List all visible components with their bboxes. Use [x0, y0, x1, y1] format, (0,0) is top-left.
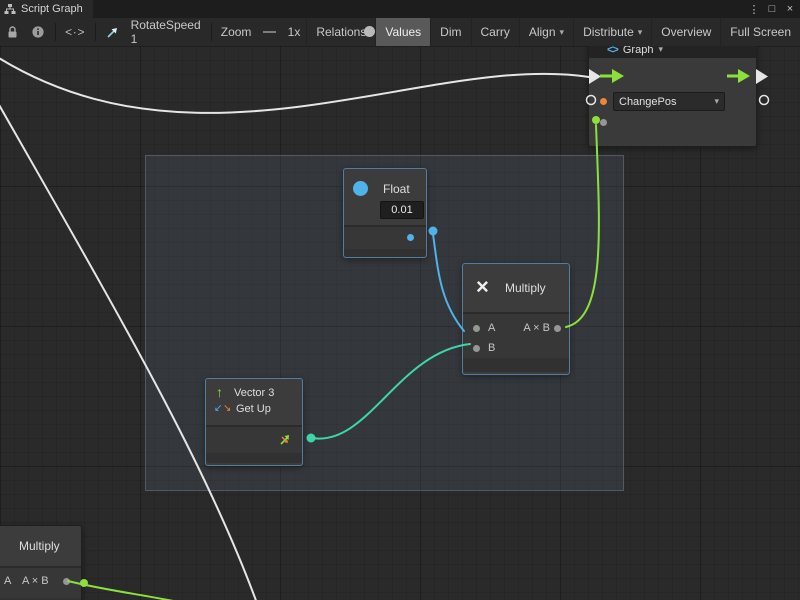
lock-icon[interactable]: [0, 18, 25, 46]
graph-asset-icon: [100, 18, 125, 46]
multiply-output-port[interactable]: [554, 325, 561, 332]
node-title: Float: [383, 182, 410, 196]
axes-icon[interactable]: [278, 433, 292, 447]
node-title: Multiply: [19, 539, 60, 553]
dropdown-value: ChangePos: [619, 96, 677, 108]
window-maximize-icon[interactable]: □: [764, 3, 780, 15]
graph-header-label: Graph: [623, 46, 654, 56]
node-type-label: Vector 3: [234, 387, 274, 399]
window-close-icon[interactable]: ×: [782, 3, 798, 15]
node-title: Get Up: [236, 403, 271, 415]
fullscreen-button[interactable]: Full Screen: [720, 18, 800, 46]
edge-multiply2-output[interactable]: [68, 581, 234, 600]
node-float[interactable]: Float 0.01: [343, 168, 427, 258]
changepos-dropdown[interactable]: ChangePos ▾: [613, 92, 725, 111]
port-ring-right: [760, 96, 769, 105]
align-button[interactable]: Align▾: [519, 18, 573, 46]
values-button[interactable]: Values: [375, 18, 430, 46]
node-get-up[interactable]: ↑ Vector 3 ↙ ↘ Get Up: [205, 378, 303, 466]
zoom-slider[interactable]: [263, 31, 275, 33]
arrow-se-icon: ↘: [223, 403, 231, 414]
graph-icon: [4, 3, 16, 15]
chevron-down-icon: ▾: [714, 96, 719, 107]
float-output-port[interactable]: [407, 234, 414, 241]
toolbar: <∙> RotateSpeed 1 Zoom 1x Relations Valu…: [0, 18, 800, 47]
graph-name[interactable]: RotateSpeed 1: [125, 18, 207, 46]
code-icon[interactable]: <∙>: [59, 18, 91, 46]
up-arrow-icon: ↑: [216, 384, 223, 400]
info-icon[interactable]: [25, 18, 51, 46]
float-type-icon: [353, 181, 368, 196]
chevron-down-icon: ▾: [658, 46, 663, 55]
flow-arrow-out: [756, 69, 768, 84]
window-title: Script Graph: [21, 3, 83, 15]
arrow-sw-icon: ↙: [214, 403, 222, 414]
edge-white-top[interactable]: [0, 55, 589, 113]
zoom-value: 1x: [282, 25, 307, 39]
changepos-input-port[interactable]: [600, 119, 607, 126]
script-graph-tab[interactable]: Script Graph: [0, 0, 93, 18]
overview-button[interactable]: Overview: [651, 18, 720, 46]
node-multiply-2[interactable]: × Multiply A A × B: [0, 525, 82, 600]
multiply-input-a-port[interactable]: [473, 325, 480, 332]
node-multiply[interactable]: × Multiply A A × B B: [462, 263, 570, 375]
window-menu-icon[interactable]: ⋮: [746, 3, 762, 16]
multiply2-output-port[interactable]: [63, 578, 70, 585]
node-title: Multiply: [505, 281, 546, 295]
node-changepos[interactable]: <> Graph ▾ ChangePos ▾: [588, 46, 757, 147]
graph-header[interactable]: <> Graph ▾: [589, 46, 756, 58]
distribute-button[interactable]: Distribute▾: [573, 18, 651, 46]
dim-button[interactable]: Dim: [430, 18, 470, 46]
port-label-out: A × B: [22, 575, 49, 587]
title-bar: Script Graph ⋮ □ ×: [0, 0, 800, 19]
chevron-down-icon: ▾: [638, 27, 643, 38]
float-value-field[interactable]: 0.01: [380, 201, 424, 219]
code-icon: <>: [607, 46, 618, 56]
script-graph-window: Script Graph ⋮ □ × <∙>: [0, 0, 800, 600]
graph-canvas[interactable]: Float 0.01 × Multiply A A × B B ↑ Vector…: [0, 46, 800, 600]
multiply-input-b-port[interactable]: [473, 345, 480, 352]
chevron-down-icon: ▾: [560, 27, 565, 38]
port-label-a: A: [4, 575, 11, 587]
port-label-b: B: [488, 342, 495, 354]
carry-button[interactable]: Carry: [471, 18, 519, 46]
port-label-a: A: [488, 322, 495, 334]
multiply-icon: ×: [476, 276, 489, 298]
changepos-value-port[interactable]: [600, 98, 607, 105]
port-label-out: A × B: [523, 322, 550, 334]
zoom-label: Zoom: [215, 25, 258, 39]
